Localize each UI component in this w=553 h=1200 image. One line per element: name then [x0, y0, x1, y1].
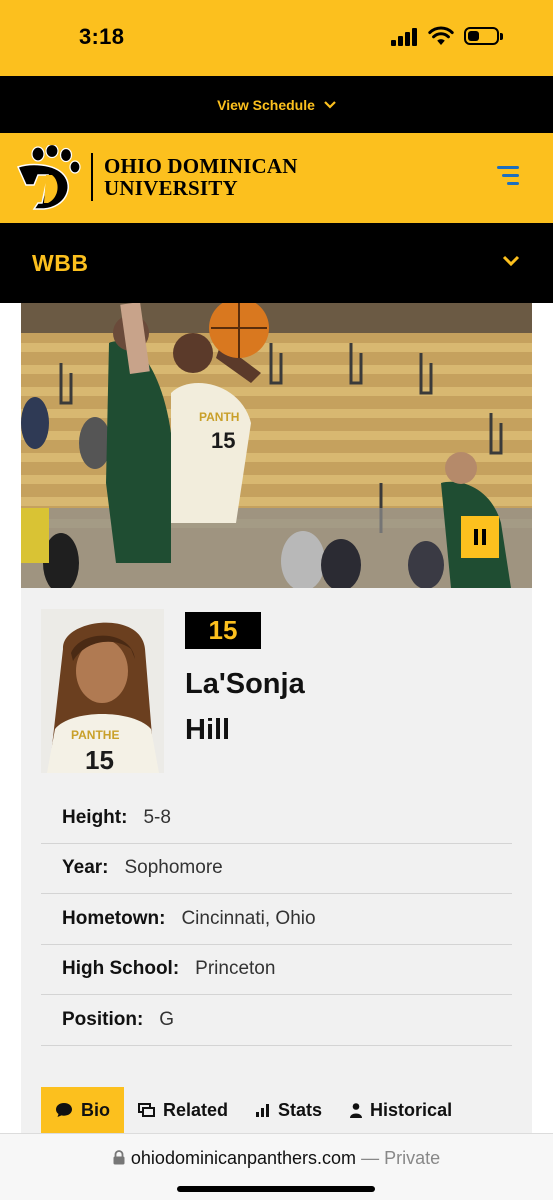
bio-value: G: [159, 1008, 175, 1030]
battery-icon: [464, 27, 503, 45]
chevron-down-icon: [324, 100, 336, 109]
player-last-name: Hill: [185, 714, 231, 746]
gallery-icon: [138, 1103, 155, 1117]
wordmark-line-2: UNIVERSITY: [104, 176, 238, 200]
menu-icon[interactable]: [497, 166, 519, 186]
bio-label: Year:: [62, 857, 109, 879]
wordmark-line-1: OHIO DOMINICAN: [104, 154, 298, 178]
bio-value: 5-8: [143, 806, 171, 828]
cellular-signal-icon: [391, 28, 419, 46]
bio-label: Position:: [62, 1008, 144, 1030]
view-schedule-button[interactable]: View Schedule: [217, 97, 336, 113]
status-time: 3:18: [79, 24, 125, 49]
tab-stats[interactable]: Stats: [242, 1087, 336, 1134]
team-chevron-down-icon[interactable]: [502, 255, 520, 267]
team-nav-bar[interactable]: WBB: [0, 223, 553, 303]
bio-label: Hometown:: [62, 907, 166, 929]
bio-label: Height:: [62, 806, 128, 828]
comment-icon: [56, 1103, 72, 1117]
bio-details-list: Height: 5-8 Year: Sophomore Hometown: Ci…: [41, 793, 512, 1046]
hero-photo-illustration: 15 PANTH: [21, 303, 532, 588]
tab-label: Bio: [81, 1099, 110, 1120]
bio-row-height: Height: 5-8: [41, 793, 512, 844]
jersey-number-badge: 15: [185, 612, 261, 649]
player-first-name: La'Sonja: [185, 668, 305, 700]
player-card: PANTHE 15 15 La'Sonja Hill Height: 5-8 Y…: [21, 588, 532, 1138]
hero-action-photo: 15 PANTH: [21, 303, 532, 588]
tab-related[interactable]: Related: [124, 1087, 242, 1134]
url-display[interactable]: ohiodominicanpanthers.com — Private: [0, 1148, 553, 1169]
status-bar: 3:18: [0, 0, 553, 76]
tab-historical[interactable]: Historical: [336, 1087, 466, 1134]
svg-text:15: 15: [85, 745, 114, 773]
profile-tabs: Bio Related Stats Historical: [41, 1085, 512, 1135]
bio-value: Cincinnati, Ohio: [181, 907, 316, 929]
tab-label: Stats: [278, 1099, 323, 1120]
browser-address-bar[interactable]: ohiodominicanpanthers.com — Private: [0, 1133, 553, 1200]
bio-label: High School:: [62, 958, 180, 980]
bio-row-hometown: Hometown: Cincinnati, Ohio: [41, 894, 512, 945]
bio-value: Sophomore: [124, 857, 223, 879]
site-header: OHIO DOMINICAN UNIVERSITY: [0, 133, 553, 223]
url-domain: ohiodominicanpanthers.com: [130, 1148, 357, 1168]
bio-row-high-school: High School: Princeton: [41, 945, 512, 995]
bio-value: Princeton: [195, 958, 276, 980]
private-label: — Private: [361, 1148, 441, 1168]
person-icon: [350, 1102, 363, 1118]
schedule-bar: View Schedule: [0, 76, 553, 133]
university-wordmark[interactable]: OHIO DOMINICAN UNIVERSITY: [104, 155, 298, 199]
bio-row-year: Year: Sophomore: [41, 844, 512, 894]
lock-icon: [113, 1150, 125, 1165]
bar-chart-icon: [256, 1103, 270, 1117]
view-schedule-label: View Schedule: [217, 96, 315, 113]
home-indicator: [177, 1186, 375, 1192]
tab-label: Historical: [370, 1099, 453, 1120]
bio-row-position: Position: G: [41, 995, 512, 1046]
wifi-icon: [428, 26, 454, 45]
tab-label: Related: [163, 1099, 229, 1120]
svg-text:PANTHE: PANTHE: [71, 728, 119, 742]
svg-text:15: 15: [211, 428, 235, 453]
panther-paw-logo[interactable]: [10, 145, 82, 213]
tab-bio[interactable]: Bio: [41, 1086, 124, 1134]
player-headshot: PANTHE 15: [41, 609, 164, 773]
team-label: WBB: [32, 250, 89, 276]
pause-slideshow-button[interactable]: [461, 516, 499, 558]
svg-text:PANTH: PANTH: [199, 410, 239, 424]
logo-divider: [91, 153, 93, 201]
